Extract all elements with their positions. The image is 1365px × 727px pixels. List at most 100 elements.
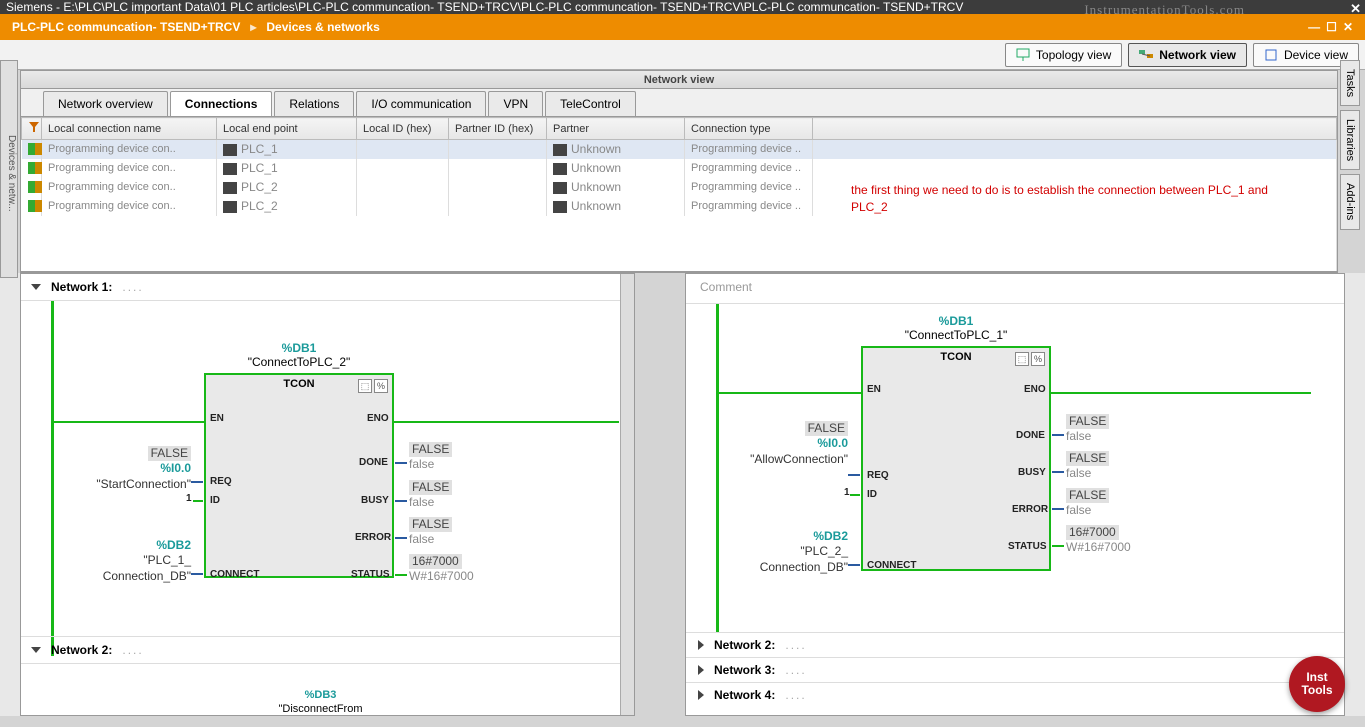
error-output: FALSEfalse (409, 517, 452, 548)
network-1-header[interactable]: Network 1: .... (21, 274, 634, 301)
wire (1051, 392, 1311, 394)
network-2-header[interactable]: Network 2:.... (686, 632, 1344, 657)
pin-wire (191, 573, 203, 575)
db-name: "ConnectToPLC_1" (905, 328, 1008, 342)
pin-status: STATUS (1008, 541, 1047, 552)
right-side-tabs: Tasks Libraries Add-ins (1340, 60, 1365, 234)
minimize-icon[interactable]: — (1308, 20, 1320, 34)
pin-error: ERROR (355, 532, 391, 543)
col-local-connection[interactable]: Local connection name (42, 118, 217, 140)
subtab-network-overview[interactable]: Network overview (43, 91, 168, 116)
crumb-project[interactable]: PLC-PLC communcation- TSEND+TRCV (12, 20, 240, 34)
table-row[interactable]: Programming device con.. PLC_1 Unknown P… (22, 140, 1337, 159)
req-input-label: FALSE %I0.0 "AllowConnection" (736, 421, 848, 480)
cell-type: Programming device .. (685, 178, 813, 197)
tab-network-view[interactable]: Network view (1128, 43, 1247, 67)
pin-wire (1052, 508, 1064, 510)
network-label: Network 3: (714, 663, 775, 677)
connection-icon (28, 200, 42, 212)
badge-line2: Tools (1301, 684, 1332, 697)
network-2-header[interactable]: Network 2: .... (21, 636, 634, 664)
watermark: InstrumentationTools.com (1084, 2, 1245, 18)
tcon-block[interactable]: TCON ⬚% (861, 346, 1051, 571)
connection-icon (28, 162, 42, 174)
col-connection-type[interactable]: Connection type (685, 118, 813, 140)
chevron-right-icon (698, 640, 704, 650)
subtab-vpn[interactable]: VPN (488, 91, 543, 116)
chevron-down-icon (31, 647, 41, 653)
plc-icon (223, 144, 237, 156)
network-3-header[interactable]: Network 3:.... (686, 657, 1344, 682)
left-editor-pane: Network 1: .... %DB1 "ConnectToPLC_2" TC… (20, 273, 635, 716)
col-local-id[interactable]: Local ID (hex) (357, 118, 449, 140)
col-local-endpoint[interactable]: Local end point (217, 118, 357, 140)
ladder-network-1[interactable]: %DB1 "ConnectToPLC_2" TCON ⬚% EN ENO REQ… (21, 301, 634, 656)
tab-topology-view[interactable]: Topology view (1005, 43, 1122, 67)
col-partner[interactable]: Partner (547, 118, 685, 140)
left-rail (51, 301, 54, 656)
close-icon[interactable]: ✕ (1343, 20, 1353, 34)
subtab-connections[interactable]: Connections (170, 91, 273, 116)
cell-type: Programming device .. (685, 197, 813, 216)
block-help-icon[interactable]: % (1031, 352, 1045, 366)
network-view-header: Network view (21, 71, 1337, 89)
side-tab-libraries[interactable]: Libraries (1340, 110, 1360, 170)
block-config-icon[interactable]: ⬚ (358, 379, 372, 393)
pin-en: EN (210, 413, 224, 424)
connect-input-label: %DB2 "PLC_2_ Connection_DB" (736, 529, 848, 576)
tab-network-label: Network view (1159, 48, 1236, 62)
breadcrumb-sep: ▸ (250, 20, 256, 34)
col-partner-id[interactable]: Partner ID (hex) (449, 118, 547, 140)
plc-icon (553, 182, 567, 194)
id-input: 1 (844, 487, 850, 498)
pin-wire (395, 574, 407, 576)
pin-busy: BUSY (361, 495, 389, 506)
table-row[interactable]: Programming device con.. PLC_1 Unknown P… (22, 159, 1337, 178)
cell-endpoint: PLC_1 (241, 142, 278, 156)
subtab-io-communication[interactable]: I/O communication (356, 91, 486, 116)
network-1-label: Network 1: (51, 280, 112, 294)
left-panel-collapsed[interactable]: Devices & netw... (0, 60, 18, 278)
pin-busy: BUSY (1018, 467, 1046, 478)
ladder-network-1-right[interactable]: %DB1 "ConnectToPLC_1" TCON ⬚% EN ENO REQ… (686, 304, 1344, 632)
subtab-relations[interactable]: Relations (274, 91, 354, 116)
pin-status: STATUS (351, 569, 390, 580)
crumb-view[interactable]: Devices & networks (266, 20, 379, 34)
filter-icon (28, 121, 40, 133)
comment-field[interactable]: Comment (686, 274, 1344, 304)
cell-partner: Unknown (571, 142, 621, 156)
block-instance-label: %DB1 "ConnectToPLC_1" (861, 314, 1051, 342)
subtab-telecontrol[interactable]: TeleControl (545, 91, 636, 116)
sub-tab-bar: Network overview Connections Relations I… (21, 89, 1337, 117)
pin-eno: ENO (1024, 384, 1046, 395)
connect-input-label: %DB2 "PLC_1_ Connection_DB" (79, 538, 191, 585)
network-label: Network 2: (714, 638, 775, 652)
side-tab-tasks[interactable]: Tasks (1340, 60, 1360, 106)
side-tab-addins[interactable]: Add-ins (1340, 174, 1360, 229)
pin-wire (848, 474, 860, 476)
pin-wire (193, 500, 203, 502)
pin-wire (395, 500, 407, 502)
scrollbar-v[interactable] (620, 274, 634, 715)
tcon-block[interactable]: TCON ⬚% (204, 373, 394, 578)
network-4-header[interactable]: Network 4:.... (686, 682, 1344, 707)
app-close-icon[interactable]: ✕ (1350, 1, 1361, 17)
done-output: FALSEfalse (409, 442, 452, 473)
cell-partner: Unknown (571, 180, 621, 194)
maximize-icon[interactable]: ☐ (1326, 20, 1337, 34)
plc-icon (223, 182, 237, 194)
pane-divider[interactable] (635, 273, 685, 716)
network-dots: .... (122, 280, 143, 294)
cell-endpoint: PLC_1 (241, 161, 278, 175)
cell-name: Programming device con.. (42, 197, 217, 216)
app-title: Siemens - E:\PLC\PLC important Data\01 P… (6, 0, 963, 14)
chevron-down-icon (31, 284, 41, 290)
col-icon[interactable] (22, 118, 42, 140)
plc-icon (223, 201, 237, 213)
pin-done: DONE (1016, 430, 1045, 441)
cell-type: Programming device .. (685, 159, 813, 178)
db-tag: %DB1 (939, 314, 974, 328)
block-help-icon[interactable]: % (374, 379, 388, 393)
cell-partner: Unknown (571, 161, 621, 175)
block-config-icon[interactable]: ⬚ (1015, 352, 1029, 366)
